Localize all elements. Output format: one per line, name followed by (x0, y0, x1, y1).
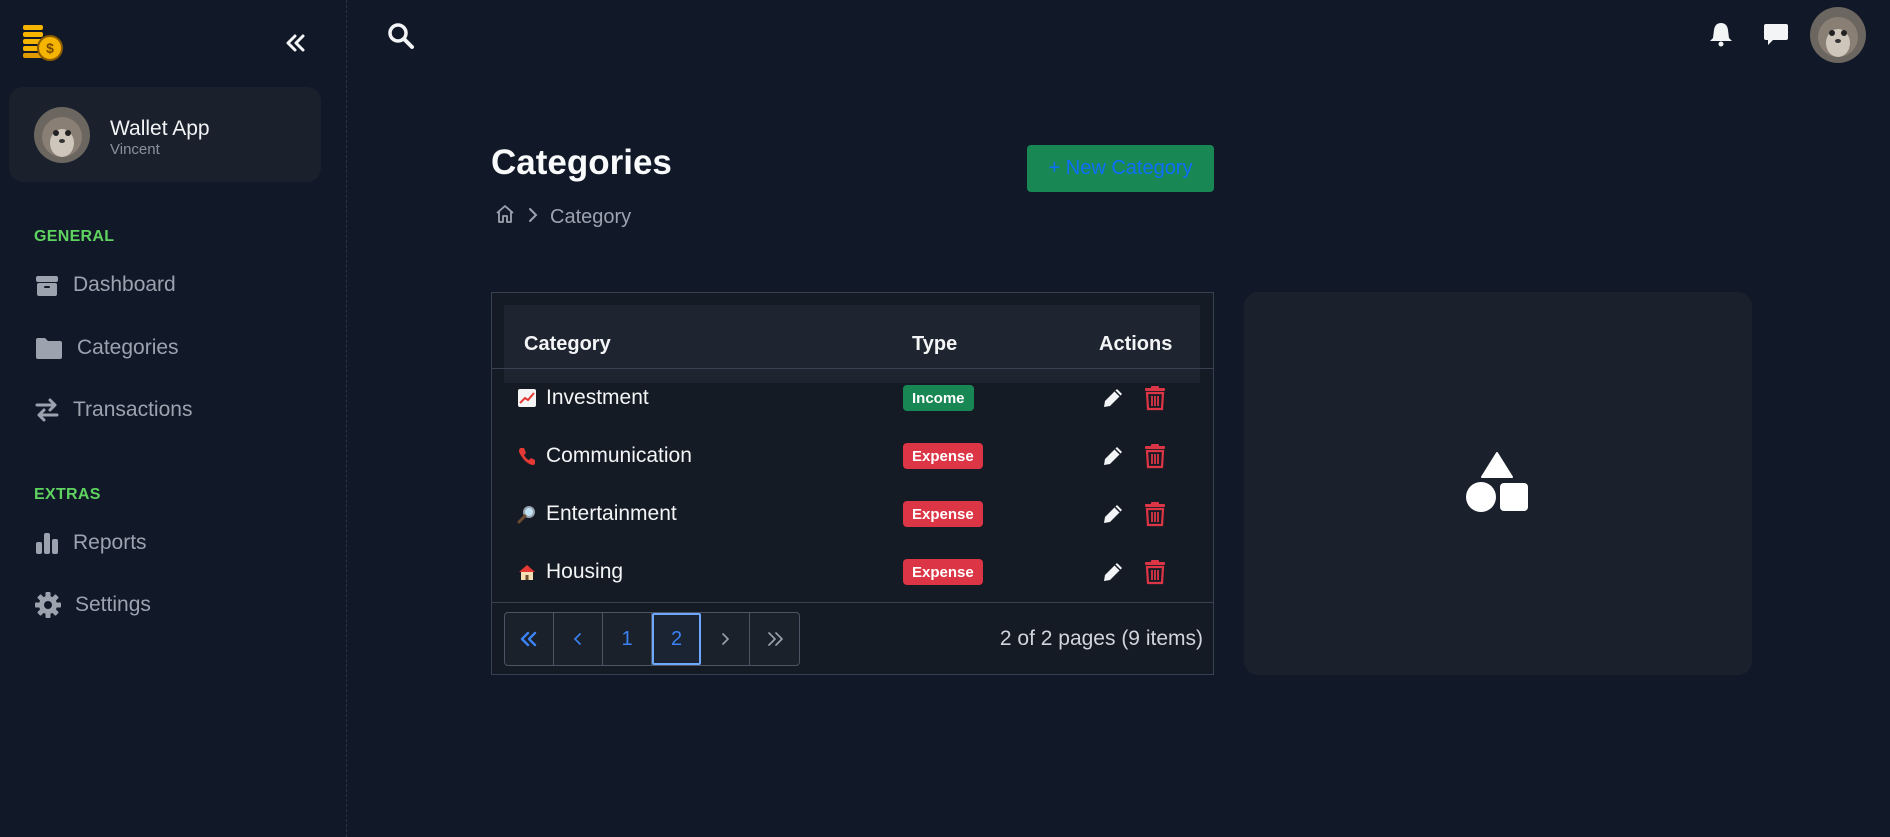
pagination-info: 2 of 2 pages (9 items) (999, 627, 1203, 650)
delete-button[interactable] (1143, 559, 1167, 585)
chart-increasing-icon (516, 387, 538, 409)
search-icon (388, 23, 414, 49)
type-badge: Expense (903, 559, 983, 585)
profile-name: Wallet App (110, 117, 210, 140)
sidebar-item-label: Reports (73, 531, 147, 554)
notifications-button[interactable] (1707, 20, 1735, 48)
category-cell: Communication (516, 444, 692, 468)
delete-button[interactable] (1143, 501, 1167, 527)
page-title: Categories (491, 143, 672, 182)
type-badge: Expense (903, 501, 983, 527)
table-row[interactable]: Investment Income (492, 369, 1213, 427)
placeholder-card (1244, 292, 1752, 675)
sidebar-item-categories[interactable]: Categories (33, 330, 179, 366)
magnifying-glass-icon (516, 503, 538, 525)
svg-text:$: $ (46, 40, 54, 56)
chat-icon (1764, 24, 1788, 45)
pencil-icon (1104, 389, 1122, 407)
edit-button[interactable] (1100, 501, 1126, 527)
telephone-icon (516, 445, 538, 467)
pencil-icon (1104, 447, 1122, 465)
edit-button[interactable] (1100, 559, 1126, 585)
trash-icon (1145, 560, 1165, 585)
avatar (34, 107, 90, 163)
pencil-icon (1104, 505, 1122, 523)
pencil-icon (1104, 563, 1122, 581)
arrows-exchange-icon (33, 396, 61, 424)
sidebar-item-label: Dashboard (73, 273, 176, 296)
breadcrumb: Category (494, 203, 631, 231)
sidebar-item-dashboard[interactable]: Dashboard (33, 267, 176, 303)
edit-button[interactable] (1100, 385, 1126, 411)
category-name: Communication (546, 444, 692, 467)
edit-button[interactable] (1100, 443, 1126, 469)
sidebar-item-label: Transactions (73, 398, 193, 421)
chevron-right-icon (722, 633, 730, 645)
sidebar-item-settings[interactable]: Settings (33, 587, 151, 623)
double-chevron-left-icon (286, 34, 305, 52)
section-title-general: GENERAL (34, 228, 115, 245)
delete-button[interactable] (1143, 443, 1167, 469)
coins-logo-icon[interactable]: $ (22, 22, 64, 62)
gear-icon (33, 591, 63, 619)
next-page-button[interactable] (701, 613, 750, 665)
delete-button[interactable] (1143, 385, 1167, 411)
section-title-extras: EXTRAS (34, 486, 101, 503)
bell-icon (1710, 23, 1732, 47)
pagination: 1 2 (504, 612, 800, 666)
search-button[interactable] (386, 21, 416, 51)
user-avatar[interactable] (1810, 7, 1866, 63)
box-icon (33, 271, 61, 299)
profile-subtitle: Vincent (110, 141, 160, 158)
column-header-category[interactable]: Category (524, 333, 611, 356)
profile-card[interactable]: Wallet App Vincent (9, 87, 321, 182)
type-badge: Expense (903, 443, 983, 469)
double-chevron-right-icon (767, 632, 783, 646)
sidebar: $ Wallet App Vincent GENERAL Dashboard C… (0, 0, 347, 837)
page-button-2[interactable]: 2 (652, 613, 701, 665)
collapse-sidebar-button[interactable] (280, 28, 310, 58)
new-category-button[interactable]: + New Category (1027, 145, 1214, 192)
home-icon[interactable] (494, 203, 516, 231)
category-cell: Housing (516, 560, 623, 584)
messages-button[interactable] (1762, 20, 1790, 48)
categories-table-card: Category Type Actions Investment Income (491, 292, 1214, 675)
category-cell: Entertainment (516, 502, 677, 526)
table-row[interactable]: Housing Expense (492, 543, 1213, 601)
column-header-type[interactable]: Type (912, 333, 957, 356)
house-icon (516, 561, 538, 583)
first-page-button[interactable] (505, 613, 554, 665)
chevron-right-icon (526, 206, 540, 229)
breadcrumb-current: Category (550, 205, 632, 228)
previous-page-button[interactable] (554, 613, 603, 665)
trash-icon (1145, 444, 1165, 469)
category-name: Entertainment (546, 502, 677, 525)
sidebar-item-reports[interactable]: Reports (33, 525, 147, 561)
page-button-1[interactable]: 1 (603, 613, 652, 665)
shapes-icon (1464, 450, 1530, 516)
table-row[interactable]: Communication Expense (492, 427, 1213, 485)
category-name: Housing (546, 560, 624, 583)
category-name: Investment (546, 386, 649, 409)
divider (492, 602, 1213, 603)
table-row[interactable]: Entertainment Expense (492, 485, 1213, 543)
category-cell: Investment (516, 386, 649, 410)
column-header-actions: Actions (1099, 332, 1173, 355)
double-chevron-left-icon (520, 631, 537, 647)
type-badge: Income (903, 385, 974, 411)
folder-icon (33, 334, 65, 362)
chevron-left-icon (573, 633, 581, 645)
sidebar-item-label: Settings (75, 593, 151, 616)
last-page-button[interactable] (750, 613, 799, 665)
trash-icon (1145, 386, 1165, 411)
trash-icon (1145, 502, 1165, 527)
sidebar-item-transactions[interactable]: Transactions (33, 392, 192, 428)
sidebar-item-label: Categories (77, 336, 179, 359)
bar-chart-icon (33, 529, 61, 557)
